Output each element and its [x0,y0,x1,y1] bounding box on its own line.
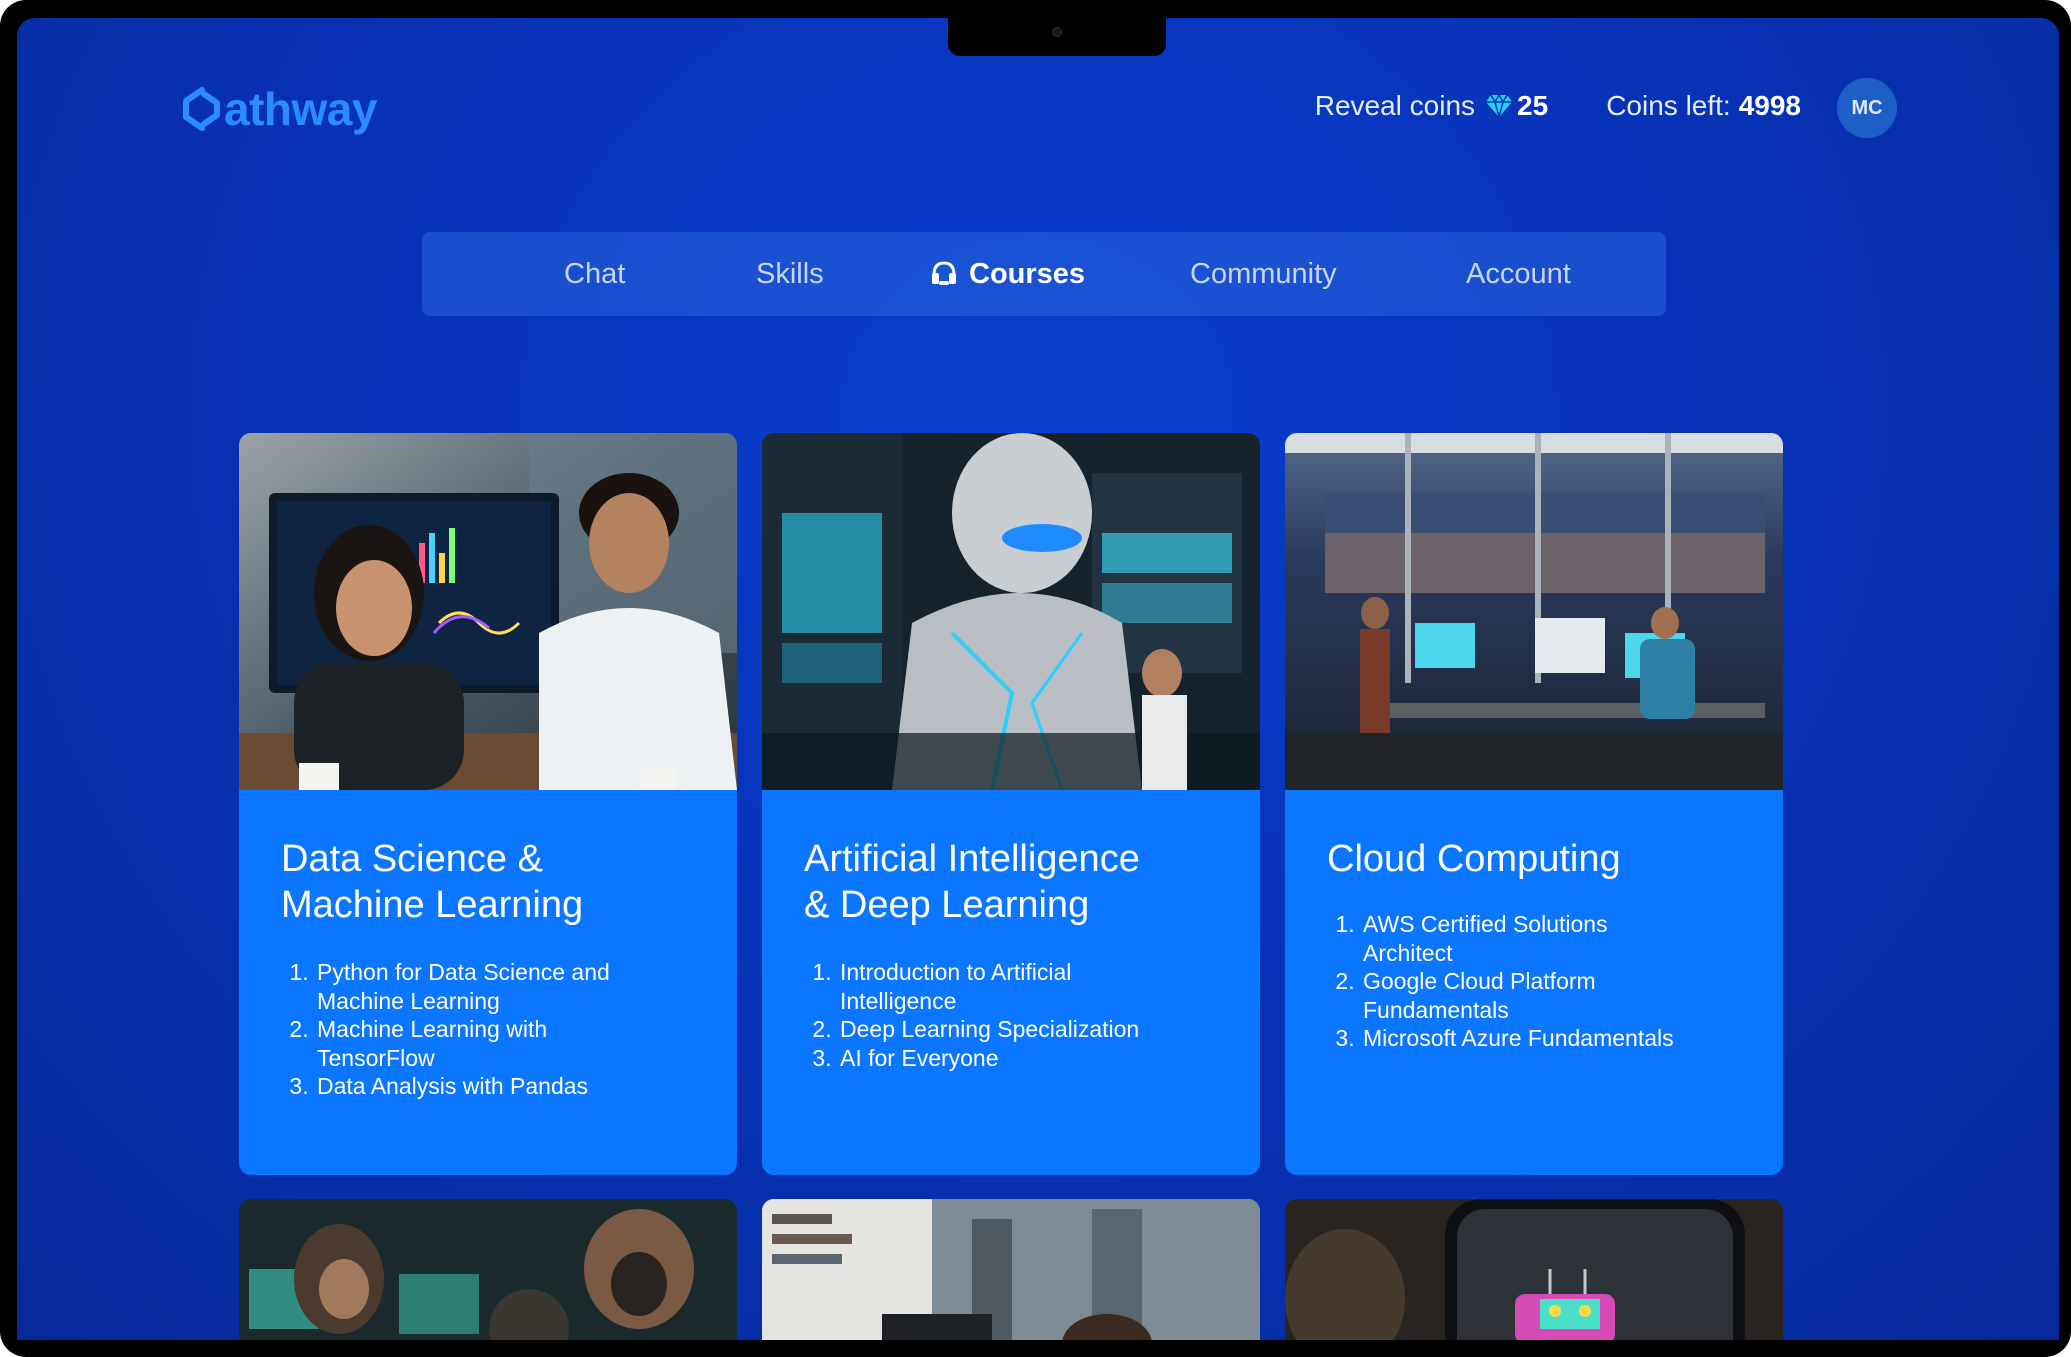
course-item-line-1: Data Analysis with Pandas [317,1073,589,1099]
course-card-title: Data Science & Machine Learning [281,836,697,928]
course-item-line-2: Fundamentals [1363,996,1509,1023]
course-item[interactable]: AWS Certified SolutionsArchitect [1361,910,1743,967]
device-frame: athway Reveal coins 25 Coins left: 4998 … [0,0,2071,1357]
camera-icon [1052,27,1062,37]
course-card-body: Artificial Intelligence & Deep Learning … [762,790,1260,1175]
course-item[interactable]: AI for Everyone [838,1044,1220,1073]
course-card-title: Cloud Computing [1327,836,1743,882]
course-list: Python for Data Science andMachine Learn… [281,958,697,1101]
course-card-cloud[interactable]: Cloud Computing AWS Certified SolutionsA… [1285,433,1783,1175]
course-item-line-1: Deep Learning Specialization [840,1016,1140,1042]
course-card-data-science[interactable]: Data Science & Machine Learning Python f… [239,433,737,1175]
brand-name: athway [224,83,377,135]
course-item-line-2: Architect [1363,939,1453,966]
avatar[interactable]: MC [1837,78,1897,138]
hackers-image [239,1199,737,1340]
tab-chat-label: Chat [564,257,626,290]
coins-area: Reveal coins 25 Coins left: 4998 [1315,90,1801,122]
tab-skills[interactable]: Skills [756,232,824,316]
tab-skills-label: Skills [756,257,824,290]
course-card-body: Data Science & Machine Learning Python f… [239,790,737,1175]
course-item-line-1: Machine Learning with [317,1016,548,1042]
course-list: Introduction to ArtificialIntelligence D… [804,958,1220,1072]
tab-courses-label: Courses [969,257,1086,290]
course-card-body: Cloud Computing AWS Certified SolutionsA… [1285,790,1783,1175]
course-card-cybersecurity-preview[interactable] [239,1199,737,1340]
course-item[interactable]: Python for Data Science andMachine Learn… [315,958,697,1015]
course-item[interactable]: Machine Learning withTensorFlow [315,1015,697,1072]
title-line-1: Data Science & [281,838,543,880]
course-card-ai[interactable]: Artificial Intelligence & Deep Learning … [762,433,1260,1175]
course-item-line-1: AWS Certified Solutions [1363,911,1608,937]
reveal-coins-label: Reveal coins [1314,90,1476,121]
reveal-coins-value: 25 [1517,90,1549,121]
course-item[interactable]: Microsoft Azure Fundamentals [1361,1024,1743,1053]
main-nav: Chat Skills Courses Community Account [422,232,1666,316]
pathway-logo-icon [183,87,220,131]
brand-logo[interactable]: athway [182,82,377,136]
tab-community[interactable]: Community [1190,232,1337,316]
coins-left-value: 4998 [1738,90,1801,121]
tab-courses[interactable]: Courses [929,232,1085,316]
device-notch [948,18,1166,56]
app-screen: athway Reveal coins 25 Coins left: 4998 … [17,18,2059,1340]
course-card-title: Artificial Intelligence & Deep Learning [804,836,1220,928]
course-item-line-2: Machine Learning [317,987,500,1014]
course-item-line-1: Google Cloud Platform [1363,968,1596,994]
course-item[interactable]: Introduction to ArtificialIntelligence [838,958,1220,1015]
course-card-mobile-preview[interactable] [1285,1199,1783,1340]
course-item[interactable]: Google Cloud PlatformFundamentals [1361,967,1743,1024]
course-item[interactable]: Deep Learning Specialization [838,1015,1220,1044]
headset-icon [929,259,959,289]
title-line-1: Cloud Computing [1327,838,1621,880]
robot-server-room-image [762,433,1260,790]
course-item[interactable]: Data Analysis with Pandas [315,1072,697,1101]
title-line-1: Artificial Intelligence [804,838,1140,880]
smartphone-robot-image [1285,1199,1783,1340]
data-scientists-image [239,433,737,790]
course-item-line-1: Introduction to Artificial [840,959,1072,985]
course-item-line-2: Intelligence [840,987,957,1014]
diamond-icon [1486,93,1513,119]
course-item-line-1: AI for Everyone [840,1044,999,1071]
course-item-line-2: TensorFlow [317,1044,435,1071]
title-line-2: Machine Learning [281,884,584,926]
tab-chat[interactable]: Chat [564,232,625,316]
course-item-line-1: Python for Data Science and [317,959,610,985]
course-list: AWS Certified SolutionsArchitect Google … [1327,910,1743,1053]
city-office-image [1285,433,1783,790]
reveal-coins: Reveal coins 25 [1315,90,1548,122]
course-item-line-1: Microsoft Azure Fundamentals [1363,1025,1674,1051]
tab-community-label: Community [1190,257,1337,290]
title-line-2: & Deep Learning [804,884,1090,926]
tab-account[interactable]: Account [1466,232,1571,316]
developer-office-image [762,1199,1260,1340]
course-card-programming-preview[interactable] [762,1199,1260,1340]
coins-left-label: Coins left: [1606,90,1731,121]
tab-account-label: Account [1466,257,1571,290]
